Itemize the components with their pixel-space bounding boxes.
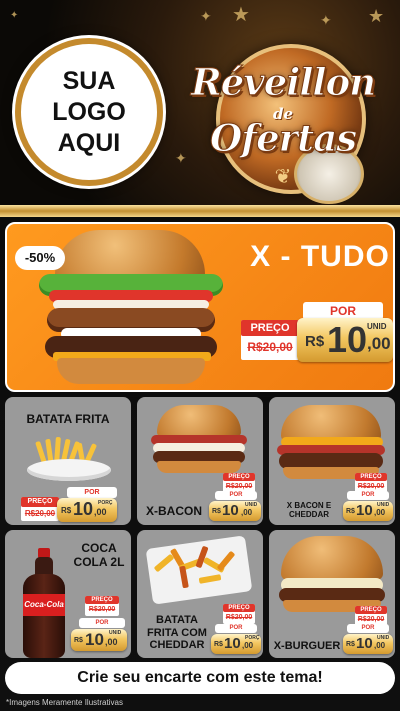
- product-name: X-BURGUER: [273, 640, 341, 652]
- product-card-coca-cola: Coca-Cola COCA COLA 2L PREÇO R$20,00 POR…: [5, 530, 131, 658]
- cta-banner[interactable]: Crie seu encarte com este tema!: [5, 662, 395, 694]
- disclaimer-text: *Imagens Meramente Ilustrativas: [6, 698, 123, 707]
- sparkle-icon: ✦: [320, 12, 332, 28]
- logo-text-line: LOGO: [52, 97, 126, 126]
- discount-badge: -50%: [15, 246, 65, 270]
- bun-bottom: [57, 358, 205, 384]
- currency: R$: [305, 333, 325, 350]
- price-cents: ,00: [374, 641, 386, 650]
- new-price: R$ 10 ,00 UNID: [209, 501, 261, 521]
- currency: R$: [214, 641, 223, 648]
- por-label: POR: [215, 491, 257, 500]
- featured-product-card: -50% X - TUDO POR PREÇO R$20,00 R$ 10 ,0…: [5, 222, 395, 392]
- por-label: POR: [215, 624, 257, 633]
- new-price: R$ 10 ,00 UNID: [343, 634, 393, 654]
- currency: R$: [61, 506, 72, 515]
- currency: R$: [74, 637, 83, 644]
- preco-label: PREÇO: [85, 596, 119, 604]
- unit-label: PORÇ: [245, 635, 260, 641]
- header-banner: ✦ ★ ✦ ★ ✦ ✦ SUA LOGO AQUI Réveillon de O…: [0, 0, 400, 205]
- flyer-page: ✦ ★ ✦ ★ ✦ ✦ SUA LOGO AQUI Réveillon de O…: [0, 0, 400, 711]
- por-label: POR: [67, 487, 117, 498]
- old-price-box: PREÇO R$20,00: [223, 473, 255, 493]
- title-line-ofertas: Ofertas: [209, 116, 357, 161]
- product-name: COCA COLA 2L: [73, 541, 125, 569]
- old-price: R$20,00: [247, 340, 293, 354]
- product-name: BATATA FRITA: [26, 412, 110, 426]
- promo-title: Réveillon de Ofertas ❦: [176, 32, 390, 204]
- product-name: X-BACON: [146, 504, 202, 518]
- price-cents: ,00: [367, 334, 391, 353]
- preco-label: PREÇO: [355, 473, 387, 481]
- product-card-batata-cheddar: BATATA FRITA COM CHEDDAR PREÇO R$20,00 P…: [137, 530, 263, 658]
- new-price: R$ 10 ,00 PORÇ: [57, 498, 117, 522]
- sparkle-icon: ★: [232, 4, 250, 26]
- old-price-box: PREÇO R$20,00: [223, 604, 255, 624]
- product-card-x-burguer: X-BURGUER PREÇO R$20,00 POR R$ 10 ,00 UN…: [269, 530, 395, 658]
- old-price-box: PREÇO R$20,00: [85, 596, 119, 616]
- unit-label: UNID: [367, 322, 387, 331]
- price-cents: ,00: [94, 507, 107, 517]
- unit-label: UNID: [377, 635, 390, 641]
- unit-label: UNID: [377, 502, 390, 508]
- currency: R$: [346, 641, 355, 648]
- title-line-reveillon: Réveillon: [190, 60, 376, 105]
- logo-placeholder: SUA LOGO AQUI: [15, 38, 163, 186]
- new-price: R$ 10 ,00 UNID: [297, 318, 393, 362]
- product-card-batata-frita: BATATA FRITA PREÇO R$20,00 POR R$ 10 ,00…: [5, 397, 131, 525]
- sparkle-icon: ★: [368, 6, 385, 26]
- new-price: R$ 10 ,00 PORÇ: [211, 634, 261, 654]
- currency: R$: [212, 508, 221, 515]
- ornament-icon: ❦: [274, 166, 292, 188]
- bottle-label: Coca-Cola: [23, 594, 65, 616]
- new-price: R$ 10 ,00 UNID: [71, 629, 127, 651]
- price-integer: 10: [73, 499, 94, 519]
- old-price-box: PREÇO R$20,00: [355, 606, 387, 626]
- price-integer: 10: [224, 635, 241, 652]
- old-price-box: PREÇO R$20,00: [21, 497, 59, 521]
- preco-label: PREÇO: [223, 604, 255, 612]
- preco-label: PREÇO: [21, 497, 59, 507]
- gold-divider: [0, 205, 400, 217]
- por-label: POR: [347, 624, 389, 633]
- featured-product-name: X - TUDO: [250, 240, 390, 273]
- unit-label: UNID: [109, 630, 122, 636]
- old-price-box: PREÇO R$20,00: [355, 473, 387, 493]
- price-integer: 10: [222, 502, 239, 519]
- price-integer: 10: [327, 319, 368, 360]
- old-price: R$20,00: [88, 606, 116, 613]
- product-name: BATATA FRITA COM CHEDDAR: [147, 614, 207, 652]
- logo-text-line: SUA: [62, 66, 116, 95]
- new-price: R$ 10 ,00 UNID: [343, 501, 393, 521]
- price-integer: 10: [356, 502, 373, 519]
- sparkle-icon: ✦: [200, 8, 212, 24]
- preco-label: PREÇO: [355, 606, 387, 614]
- price-cents: ,00: [374, 508, 386, 517]
- price-integer: 10: [356, 635, 373, 652]
- logo-text-line: AQUI: [57, 128, 121, 157]
- currency: R$: [346, 508, 355, 515]
- price-integer: 10: [85, 630, 104, 649]
- por-label: POR: [79, 618, 125, 628]
- product-name: X BACON E CHEDDAR: [286, 501, 332, 520]
- product-card-x-bacon: X-BACON PREÇO R$20,00 POR R$ 10 ,00 UNID: [137, 397, 263, 525]
- old-price: R$20,00: [24, 509, 56, 518]
- sparkle-icon: ✦: [10, 10, 19, 21]
- bottle-image: Coca-Cola: [23, 548, 65, 658]
- por-label: POR: [347, 491, 389, 500]
- old-price: R$20,00: [225, 614, 253, 621]
- price-cents: ,00: [105, 637, 118, 647]
- product-card-x-bacon-cheddar: X BACON E CHEDDAR PREÇO R$20,00 POR R$ 1…: [269, 397, 395, 525]
- old-price-box: PREÇO R$20,00: [241, 320, 299, 360]
- preco-label: PREÇO: [241, 320, 299, 336]
- price-cents: ,00: [241, 508, 253, 517]
- preco-label: PREÇO: [223, 473, 255, 481]
- unit-label: PORÇ: [98, 500, 113, 506]
- price-cents: ,00: [242, 641, 254, 650]
- unit-label: UNID: [245, 502, 258, 508]
